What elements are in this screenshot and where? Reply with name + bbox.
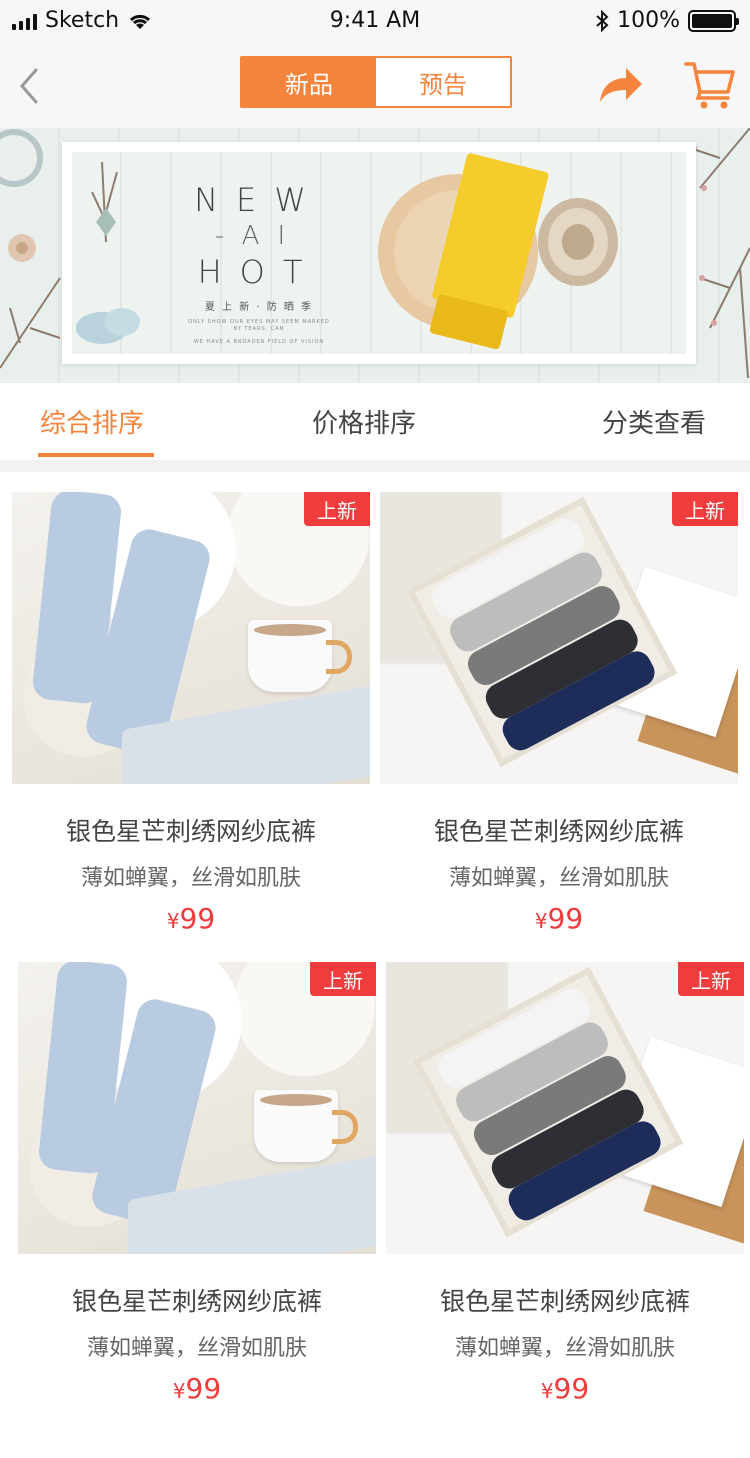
currency-symbol: ¥ xyxy=(172,1379,186,1403)
filter-tab-category[interactable]: 分类查看 xyxy=(602,403,706,440)
product-title[interactable]: 银色星芒刺绣网纱底裤 xyxy=(380,812,738,848)
banner-headline: NEW -AI HOT 夏 上 新 · 防 晒 季 ONLY SHOW OUR … xyxy=(184,182,334,346)
branch-decoration-left xyxy=(0,129,61,369)
currency-symbol: ¥ xyxy=(540,1379,554,1403)
segment-new[interactable]: 新品 xyxy=(242,58,376,106)
banner-subtitle: 夏 上 新 · 防 晒 季 xyxy=(204,302,314,313)
product-image-socks[interactable]: 上新 xyxy=(18,962,376,1254)
product-description: 薄如蝉翼，丝滑如肌肤 xyxy=(448,866,669,891)
battery-percent: 100% xyxy=(617,8,680,33)
product-title[interactable]: 银色星芒刺绣网纱底裤 xyxy=(12,812,370,848)
new-badge: 上新 xyxy=(678,962,744,996)
status-bar: Sketch 9:41 AM 100% xyxy=(0,0,750,40)
share-button[interactable] xyxy=(596,64,644,108)
product-price: ¥99 xyxy=(12,902,370,935)
price-amount: 99 xyxy=(547,902,584,935)
nav-bar: 新品 预告 xyxy=(0,40,750,128)
price-amount: 99 xyxy=(185,1372,222,1405)
banner-line-1: NEW xyxy=(194,181,324,219)
product-card[interactable]: 上新 银色星芒刺绣网纱底裤 薄如蝉翼，丝滑如肌肤 ¥99 xyxy=(380,492,738,952)
product-description: 薄如蝉翼，丝滑如肌肤 xyxy=(86,1336,307,1361)
banner-tiny-text-2: WE HAVE A BROADER FIELD OF VISION xyxy=(193,339,325,345)
new-badge: 上新 xyxy=(304,492,370,526)
banner-line-2: -AI xyxy=(214,221,304,251)
bluetooth-icon xyxy=(596,9,609,32)
back-chevron-icon xyxy=(20,68,38,104)
price-amount: 99 xyxy=(553,1372,590,1405)
product-description: 薄如蝉翼，丝滑如肌肤 xyxy=(454,1336,675,1361)
product-image-socks[interactable]: 上新 xyxy=(12,492,370,784)
product-image-sock-box[interactable]: 上新 xyxy=(386,962,744,1254)
product-image-sock-box[interactable]: 上新 xyxy=(380,492,738,784)
section-divider xyxy=(0,460,750,472)
product-title[interactable]: 银色星芒刺绣网纱底裤 xyxy=(18,1282,376,1318)
new-badge: 上新 xyxy=(310,962,376,996)
currency-symbol: ¥ xyxy=(534,909,548,933)
cart-button[interactable] xyxy=(684,60,736,110)
promo-banner[interactable]: NEW -AI HOT 夏 上 新 · 防 晒 季 ONLY SHOW OUR … xyxy=(0,128,750,383)
battery-icon xyxy=(688,9,739,32)
back-button[interactable] xyxy=(12,66,48,106)
new-badge: 上新 xyxy=(672,492,738,526)
plant-decoration xyxy=(76,161,140,344)
product-tube-image xyxy=(378,153,618,350)
banner-frame: NEW -AI HOT 夏 上 新 · 防 晒 季 ONLY SHOW OUR … xyxy=(62,142,696,364)
price-amount: 99 xyxy=(179,902,216,935)
product-card[interactable]: 上新 银色星芒刺绣网纱底裤 薄如蝉翼，丝滑如肌肤 ¥99 xyxy=(12,492,370,952)
active-tab-indicator xyxy=(38,453,154,457)
filter-tab-price[interactable]: 价格排序 xyxy=(312,403,416,440)
sort-filter-bar: 综合排序 价格排序 分类查看 xyxy=(0,383,750,460)
segment-preview[interactable]: 预告 xyxy=(376,58,510,106)
filter-tab-overall[interactable]: 综合排序 xyxy=(40,403,144,440)
product-card[interactable]: 上新 银色星芒刺绣网纱底裤 薄如蝉翼，丝滑如肌肤 ¥99 xyxy=(386,962,744,1422)
product-price: ¥99 xyxy=(18,1372,376,1405)
status-right: 100% xyxy=(595,8,739,33)
segment-control: 新品 预告 xyxy=(240,56,512,108)
product-price: ¥99 xyxy=(386,1372,744,1405)
cart-icon xyxy=(684,62,735,109)
currency-symbol: ¥ xyxy=(166,909,180,933)
product-card[interactable]: 上新 银色星芒刺绣网纱底裤 薄如蝉翼，丝滑如肌肤 ¥99 xyxy=(18,962,376,1422)
product-price: ¥99 xyxy=(380,902,738,935)
banner-tiny-text-1: ONLY SHOW OUR EYES MAY SEEM MARKED BY TE… xyxy=(188,319,330,332)
share-icon xyxy=(600,68,642,102)
banner-image: NEW -AI HOT 夏 上 新 · 防 晒 季 ONLY SHOW OUR … xyxy=(72,152,686,354)
product-title[interactable]: 银色星芒刺绣网纱底裤 xyxy=(386,1282,744,1318)
banner-line-3: HOT xyxy=(197,253,321,291)
product-description: 薄如蝉翼，丝滑如肌肤 xyxy=(80,866,301,891)
